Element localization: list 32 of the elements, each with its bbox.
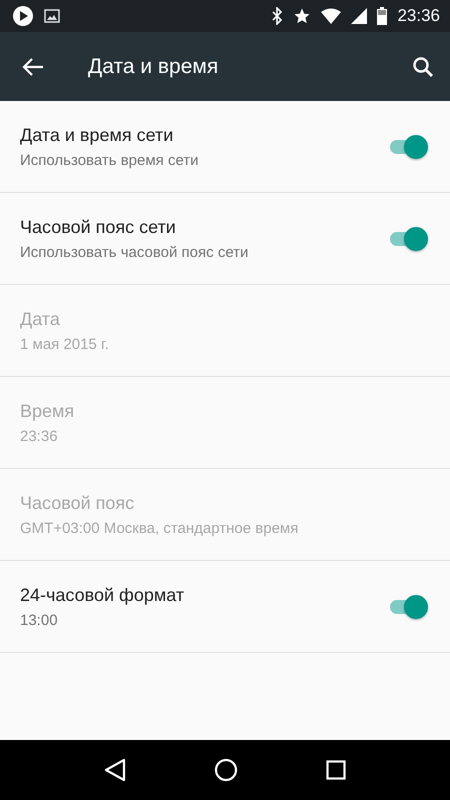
setting-title: 24-часовой формат <box>20 584 186 606</box>
setting-title: Часовой пояс сети <box>20 216 177 238</box>
setting-title: Часовой пояс <box>20 492 136 514</box>
setting-row[interactable]: 24-часовой формат 13:00 <box>0 561 450 653</box>
setting-summary: 23:36 <box>20 428 59 444</box>
toggle-switch[interactable] <box>388 226 428 250</box>
setting-summary: Использовать время сети <box>20 152 200 168</box>
toggle-switch[interactable] <box>388 134 428 158</box>
battery-icon <box>377 7 388 25</box>
setting-summary: Использовать часовой пояс сети <box>20 244 250 260</box>
recents-button[interactable] <box>326 760 346 780</box>
bluetooth-icon <box>271 7 284 25</box>
play-icon <box>12 5 34 27</box>
setting-row[interactable]: Часовой пояс сети Использовать часовой пояс сети <box>0 193 450 285</box>
setting-summary: 13:00 <box>20 612 59 628</box>
setting-title: Дата <box>20 308 61 330</box>
setting-summary: GMT+03:00 Москва, стандартное время <box>20 520 300 536</box>
setting-row[interactable]: Дата и время сети Использовать время сети <box>0 101 450 193</box>
image-icon <box>44 9 60 23</box>
setting-summary: 1 мая 2015 г. <box>20 336 110 352</box>
star-icon <box>293 7 312 25</box>
back-button[interactable] <box>22 56 44 76</box>
setting-title: Время <box>20 400 76 422</box>
setting-title: Дата и время сети <box>20 124 174 146</box>
clock-time: 23:36 <box>397 6 440 26</box>
signal-icon <box>351 8 368 24</box>
screen-title: Дата и время <box>88 54 220 78</box>
toggle-switch[interactable] <box>388 594 428 618</box>
wifi-icon <box>321 8 342 24</box>
home-button[interactable] <box>214 758 238 782</box>
back-nav-button[interactable] <box>104 758 126 782</box>
search-button[interactable] <box>412 56 434 78</box>
